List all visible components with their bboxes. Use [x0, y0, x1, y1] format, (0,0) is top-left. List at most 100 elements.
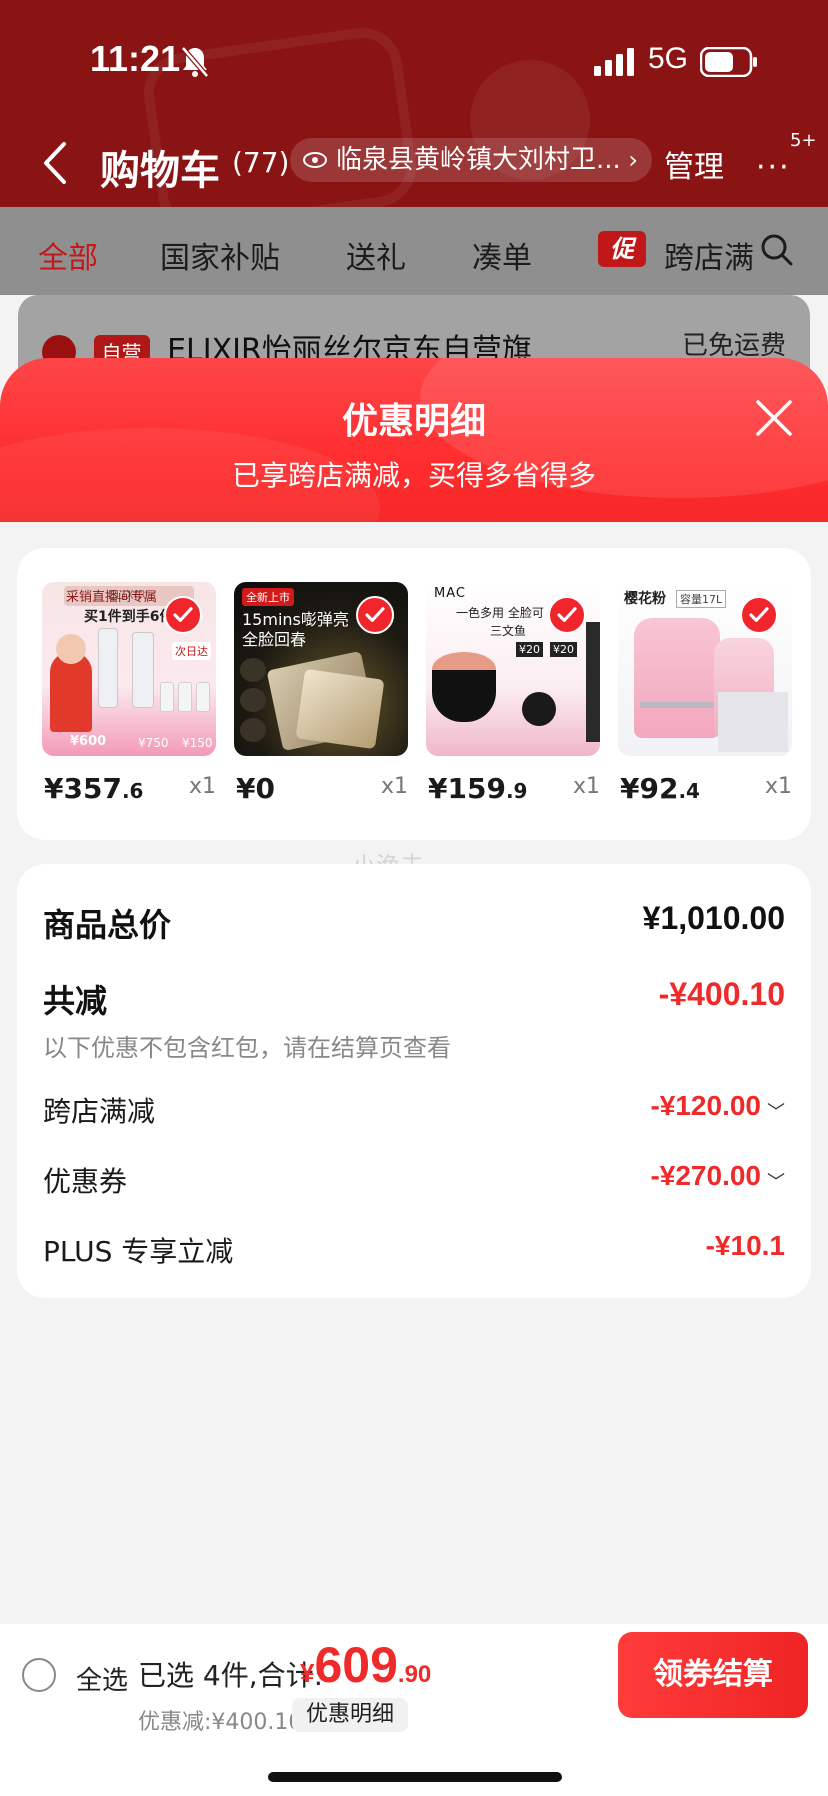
mute-bell-icon	[181, 46, 209, 78]
status-time: 11:21	[90, 38, 181, 79]
nav-bar: 购物车 (77) 临泉县黄岭镇大刘村卫... › 管理 ··· 5+	[0, 130, 828, 200]
bottle	[98, 628, 118, 708]
checkout-bar: 全选 已选 4件,合计: ¥609.90 优惠减:¥400.10 优惠明细 领券…	[0, 1624, 828, 1796]
status-bar: 11:21 5G	[0, 0, 828, 120]
battery-icon	[700, 47, 757, 77]
coupon-value-wrap: -¥270.00 ﹀	[650, 1160, 785, 1194]
product-price: ¥357.6	[44, 772, 144, 805]
product-item[interactable]: MAC 一色多用 全脸可 三文鱼 ¥20 ¥20 ¥159.9 x1	[426, 582, 600, 805]
back-arrow-icon[interactable]	[40, 140, 70, 186]
page-title: 购物车	[100, 148, 220, 194]
chevron-right-icon: ›	[628, 146, 638, 174]
product-item[interactable]: ELIXIR 采销直播间专属 买1件到手6件 次日达 ¥600 ¥750 ¥15…	[42, 582, 216, 805]
selected-count-label: 已选 4件,合计:	[138, 1659, 324, 1692]
discount-note: 以下优惠不包含红包，请在结算页查看	[43, 1034, 451, 1062]
discount-amount: 优惠减:¥400.10	[138, 1710, 303, 1735]
promo-tag: 促	[598, 231, 646, 267]
product-qty: x1	[572, 774, 600, 799]
signal-icon	[594, 48, 634, 76]
sheet-title: 优惠明细	[341, 401, 486, 442]
sheet-subtitle: 已享跨店满减，买得多省得多	[231, 459, 596, 492]
mask-packet	[295, 668, 385, 750]
product-image-text: 容量17L	[676, 590, 727, 608]
product-qty: x1	[188, 774, 216, 799]
product-image-text: 全新上市	[242, 588, 294, 606]
address-text: 临泉县黄岭镇大刘村卫...	[336, 145, 621, 175]
network-type: 5G	[648, 42, 689, 75]
discount-detail-button[interactable]: 优惠明细	[292, 1698, 409, 1732]
close-icon[interactable]	[752, 396, 796, 440]
product-image-text: 买1件到手6件	[84, 609, 174, 625]
note-row: 以下优惠不包含红包，请在结算页查看	[43, 1028, 785, 1062]
feature-dot	[240, 718, 266, 742]
product-image-text: ¥150	[182, 736, 213, 750]
feature-dot	[240, 658, 266, 682]
product-image: ELIXIR 采销直播间专属 买1件到手6件 次日达 ¥600 ¥750 ¥15…	[42, 582, 216, 756]
discount-row[interactable]: 跨店满减 -¥120.00 ﹀	[43, 1090, 785, 1130]
reflective-strip	[640, 702, 714, 708]
product-image-text: 全脸回春	[242, 630, 307, 649]
product-qty: x1	[380, 774, 408, 799]
tab-cross-store[interactable]: 跨店满	[664, 233, 754, 277]
total-reduce-row: 共减 -¥400.10	[43, 976, 785, 1020]
goods-total-value: ¥1,010.00	[642, 900, 785, 936]
category-tabs: 全部 国家补贴 送礼 凑单 促 跨店满	[0, 207, 828, 295]
selected-check-icon[interactable]	[740, 596, 778, 634]
summary-card: 商品总价 ¥1,010.00 共减 -¥400.10 以下优惠不包含红包，请在结…	[17, 864, 811, 1298]
eye-icon	[303, 152, 327, 168]
chevron-down-icon[interactable]: ﹀	[767, 1168, 785, 1194]
tab-national-subsidy[interactable]: 国家补贴	[160, 233, 280, 277]
tab-all[interactable]: 全部	[38, 233, 98, 277]
app-header-background: 11:21 5G 购物车 (77) 临泉县黄岭镇大刘村卫... › 管理 ···…	[0, 0, 828, 207]
product-image-text: 次日达	[172, 642, 211, 660]
plus-label: PLUS 专享立减	[43, 1235, 234, 1268]
home-indicator[interactable]	[268, 1772, 562, 1782]
product-item[interactable]: 全新上市 15mins嘭弹亮 全脸回春 ¥0 x1	[234, 582, 408, 805]
compact-mirror	[522, 692, 556, 726]
backpack-front	[634, 618, 720, 738]
total-reduce-label: 共减	[43, 982, 108, 1020]
cross-store-value-wrap: -¥120.00 ﹀	[650, 1090, 785, 1124]
goods-total-row: 商品总价 ¥1,010.00	[43, 900, 785, 944]
discount-row[interactable]: 优惠券 -¥270.00 ﹀	[43, 1160, 785, 1200]
coupon-value: -¥270.00	[650, 1160, 761, 1191]
product-price: ¥92.4	[620, 772, 700, 805]
host-face	[56, 634, 86, 664]
selected-check-icon[interactable]	[356, 596, 394, 634]
product-image-text: 三文鱼	[490, 624, 527, 638]
more-badge: 5+	[790, 130, 817, 151]
blush-pot-base	[432, 670, 496, 722]
shipping-text: 已免运费	[682, 331, 787, 361]
side-band	[586, 622, 600, 742]
address-selector[interactable]: 临泉县黄岭镇大刘村卫... ›	[290, 138, 652, 182]
sheet-header: 优惠明细 已享跨店满减，买得多省得多	[0, 358, 828, 538]
product-image-text: ¥750	[138, 736, 169, 750]
product-image-text: ¥20	[550, 642, 577, 657]
plus-value: -¥10.1	[705, 1230, 785, 1261]
select-all-checkbox[interactable]	[22, 1658, 56, 1692]
tab-bundle[interactable]: 凑单	[472, 233, 532, 277]
bottle	[160, 682, 174, 712]
search-icon[interactable]	[760, 233, 794, 267]
selected-check-icon[interactable]	[164, 596, 202, 634]
select-all-label[interactable]: 全选	[76, 1660, 128, 1697]
product-image-text: ¥20	[516, 642, 543, 657]
checkout-button[interactable]: 领券结算	[618, 1632, 808, 1718]
products-card: ELIXIR 采销直播间专属 买1件到手6件 次日达 ¥600 ¥750 ¥15…	[17, 548, 811, 840]
selected-check-icon[interactable]	[548, 596, 586, 634]
product-image-text: 采销直播间专属	[66, 590, 158, 605]
discount-row: PLUS 专享立减 -¥10.1	[43, 1230, 785, 1270]
bottle	[196, 682, 210, 712]
bottle	[178, 682, 192, 712]
product-item[interactable]: 樱花粉 容量17L ¥92.4 x1	[618, 582, 792, 805]
cross-store-label: 跨店满减	[43, 1095, 156, 1128]
chevron-down-icon[interactable]: ﹀	[767, 1098, 785, 1124]
manage-button[interactable]: 管理	[664, 142, 724, 186]
product-image-text: 樱花粉	[624, 591, 666, 607]
more-menu-icon[interactable]: ···	[756, 150, 791, 185]
tab-gift[interactable]: 送礼	[346, 233, 406, 277]
product-qty: x1	[764, 774, 792, 799]
feature-dot	[240, 688, 266, 712]
display-stand	[718, 692, 788, 752]
product-image-text: MAC	[434, 586, 466, 601]
